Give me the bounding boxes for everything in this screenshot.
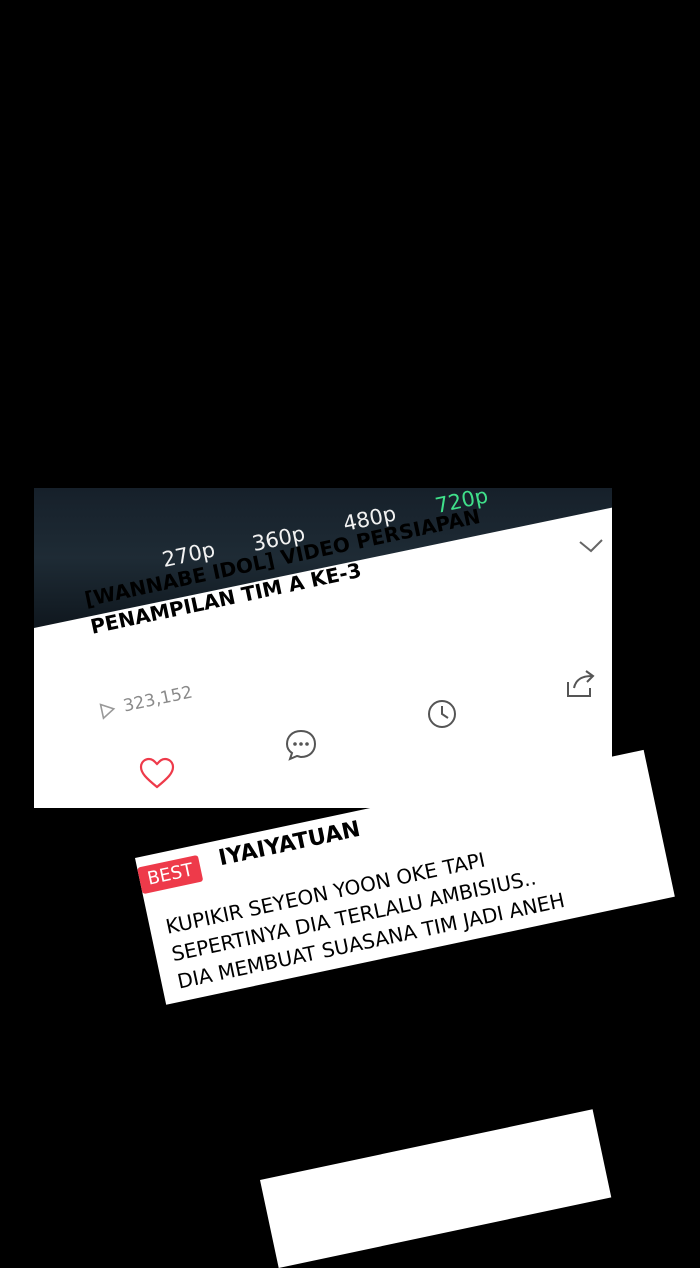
best-badge: BEST <box>137 854 204 895</box>
clock-icon[interactable] <box>426 698 458 730</box>
chevron-down-icon[interactable] <box>578 538 604 554</box>
heart-icon[interactable] <box>138 756 176 790</box>
comment-icon[interactable] <box>284 728 318 762</box>
play-icon <box>99 703 116 720</box>
share-icon[interactable] <box>564 668 598 700</box>
video-panel: 270p 360p 480p 720p [WANNABE IDOL] VIDEO… <box>0 0 700 1185</box>
